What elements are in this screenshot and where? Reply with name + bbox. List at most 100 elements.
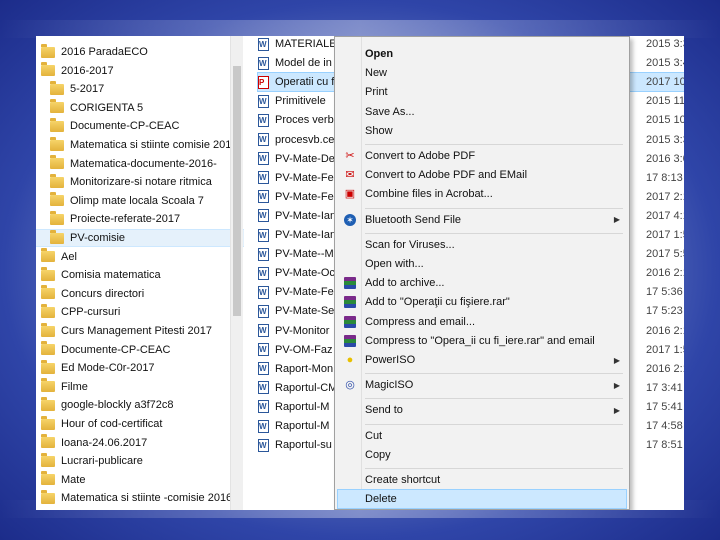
pdf-mail-icon: ✉ — [345, 169, 355, 182]
nav-folder-item[interactable]: google-blockly a3f72c8 — [36, 396, 235, 414]
word-document-icon — [258, 209, 269, 223]
menu-item-combine-files-in-acrobat[interactable]: ▣ Combine files in Acrobat... — [338, 185, 626, 203]
menu-item-compress-and-email[interactable]: Compress and email... — [338, 313, 626, 331]
menu-item-rename[interactable]: Rename — [338, 509, 626, 510]
file-date-modified: 17 3:41 PM — [646, 381, 684, 394]
word-document-icon — [258, 400, 269, 414]
menu-separator — [365, 232, 623, 234]
nav-folder-item[interactable]: 2016 ParadaECO — [36, 43, 235, 61]
menu-item-label: Convert to Adobe PDF — [365, 150, 476, 162]
nav-folder-item[interactable]: Proiecte-referate-2017 — [36, 210, 244, 228]
folder-icon — [41, 285, 55, 300]
word-document-icon — [258, 324, 269, 337]
nav-folder-item[interactable]: 2016-2017 — [36, 62, 235, 80]
nav-folder-item[interactable]: Comisia matematica — [36, 266, 235, 284]
nav-folder-item[interactable]: Concurs directori — [36, 285, 235, 303]
nav-folder-item[interactable]: Ed Mode-C0r-2017 — [36, 359, 235, 377]
folder-icon — [50, 173, 64, 188]
nav-folder-item[interactable]: PV-comisie — [36, 229, 244, 247]
nav-folder-label: Monitorizare-si notare ritmica — [70, 176, 212, 189]
word-document-icon — [258, 419, 269, 433]
menu-item-label: Combine files in Acrobat... — [365, 188, 493, 201]
nav-folder-item[interactable]: Curs Management Pitesti 2017 — [36, 322, 235, 340]
menu-item-save-as[interactable]: Save As... — [338, 103, 626, 121]
nav-folder-label: PV-comisie — [70, 232, 126, 244]
nav-folder-item[interactable]: Documente-CP-CEAC — [36, 341, 235, 359]
nav-folder-item[interactable]: Monitorizare-si notare ritmica — [36, 173, 244, 191]
menu-item-send-to[interactable]: Send to ▶ — [338, 401, 626, 419]
word-document-icon — [258, 285, 269, 299]
nav-folder-item[interactable]: Ael — [36, 248, 235, 266]
menu-item-open[interactable]: Open — [338, 45, 626, 63]
menu-item-convert-to-adobe-pdf[interactable]: ✂ Convert to Adobe PDF — [338, 147, 626, 165]
file-date-modified: 2016 2:10 PM — [646, 267, 684, 280]
nav-folder-item[interactable]: Mate — [36, 471, 235, 489]
menu-item-label: Copy — [365, 448, 391, 461]
scrollbar-thumb[interactable] — [233, 66, 241, 316]
menu-item-label: Print — [365, 86, 388, 99]
folder-icon — [41, 434, 55, 449]
nav-folder-item[interactable]: Ioana-24.06.2017 — [36, 434, 235, 452]
nav-folder-item[interactable]: Matematica si stiinte comisie 2016 — [36, 136, 244, 154]
file-date-modified: 2017 4:10 PM — [646, 209, 684, 222]
menu-item-label: Convert to Adobe PDF and EMail — [365, 169, 528, 182]
menu-item-print[interactable]: Print — [338, 83, 626, 101]
menu-separator — [365, 373, 623, 375]
folder-icon — [50, 80, 64, 95]
menu-item-show[interactable]: Show — [338, 122, 626, 140]
word-document-icon — [258, 343, 269, 357]
pdf-icon: ✂ — [345, 150, 355, 162]
pdf-file-icon — [258, 75, 269, 89]
word-document-icon — [258, 56, 269, 70]
submenu-arrow-icon: ▶ — [613, 355, 620, 365]
menu-item-open-with[interactable]: Open with... — [338, 255, 626, 273]
menu-item-new[interactable]: New — [338, 64, 626, 82]
file-date-modified: 2016 3:04 PM — [646, 152, 684, 165]
file-date-modified: 17 8:13 AM — [646, 171, 684, 184]
folder-icon — [50, 136, 64, 151]
file-date-modified: 2015 10:27 PM — [646, 114, 684, 127]
menu-separator — [365, 423, 623, 425]
nav-folder-item[interactable]: Lucrari-publicare — [36, 452, 235, 470]
folder-icon — [50, 192, 64, 207]
nav-folder-label: Matematica si stiinte -comisie 2016- — [61, 492, 235, 505]
menu-item-add-to-opera-ii-cu-fi-iere-rar[interactable]: Add to "Operaţii cu fişiere.rar" — [338, 293, 626, 311]
folder-icon — [50, 210, 64, 225]
nav-folder-item[interactable]: Matematica si stiinte -comisie 2016- — [36, 489, 235, 507]
nav-folder-item[interactable]: Filme — [36, 378, 235, 396]
nav-folder-label: Documente-CP-CEAC — [61, 343, 171, 356]
nav-folder-item[interactable]: CORIGENTA 5 — [36, 99, 244, 117]
file-date-modified: 2017 10:27 AM — [646, 76, 684, 89]
nav-folder-item[interactable]: Olimp mate locala Scoala 7 — [36, 192, 244, 210]
menu-item-label: PowerISO — [365, 354, 416, 366]
nav-folder-item[interactable]: Documente-CP-CEAC — [36, 117, 244, 135]
menu-item-cut[interactable]: Cut — [338, 427, 626, 445]
folder-icon — [50, 99, 64, 114]
menu-item-convert-to-adobe-pdf-and-email[interactable]: ✉ Convert to Adobe PDF and EMail — [338, 166, 626, 184]
file-date-modified: 2015 3:41 PM — [646, 57, 684, 70]
nav-folder-item[interactable]: 5-2017 — [36, 80, 244, 98]
nav-folder-label: 2016-2017 — [61, 64, 114, 77]
submenu-arrow-icon: ▶ — [613, 380, 620, 390]
nav-folder-item[interactable]: Matematica-documente-2016- — [36, 155, 244, 173]
menu-item-poweriso[interactable]: ● PowerISO ▶ — [338, 351, 626, 369]
word-document-icon — [258, 171, 269, 185]
menu-item-compress-to-opera-ii-cu-fi-iere-rar-and-email[interactable]: Compress to "Opera_ii cu fi_iere.rar" an… — [338, 332, 626, 350]
menu-item-delete[interactable]: Delete — [337, 489, 627, 510]
nav-folder-label: Proiecte-referate-2017 — [70, 213, 181, 226]
menu-item-create-shortcut[interactable]: Create shortcut — [338, 471, 626, 489]
menu-item-scan-for-viruses[interactable]: Scan for Viruses... — [338, 236, 626, 254]
menu-item-add-to-archive[interactable]: Add to archive... — [338, 274, 626, 292]
nav-folder-label: Concurs directori — [61, 287, 145, 300]
menu-item-bluetooth-send-file[interactable]: ✶ Bluetooth Send File ▶ — [338, 211, 626, 229]
menu-item-copy[interactable]: Copy — [338, 446, 626, 464]
nav-folder-item[interactable]: CPP-cursuri — [36, 303, 235, 321]
menu-separator — [365, 468, 623, 469]
nav-folder-label: Matematica si stiinte comisie 2016 — [70, 139, 238, 151]
folder-icon — [41, 266, 55, 281]
menu-item-label: Open — [365, 48, 394, 60]
nav-folder-item[interactable]: Hour of cod-certificat — [36, 415, 235, 433]
menu-item-magiciso[interactable]: ◎ MagicISO ▶ — [338, 376, 626, 394]
menu-item-label: Compress and email... — [365, 315, 476, 328]
nav-folder-label: Mate — [61, 473, 86, 486]
